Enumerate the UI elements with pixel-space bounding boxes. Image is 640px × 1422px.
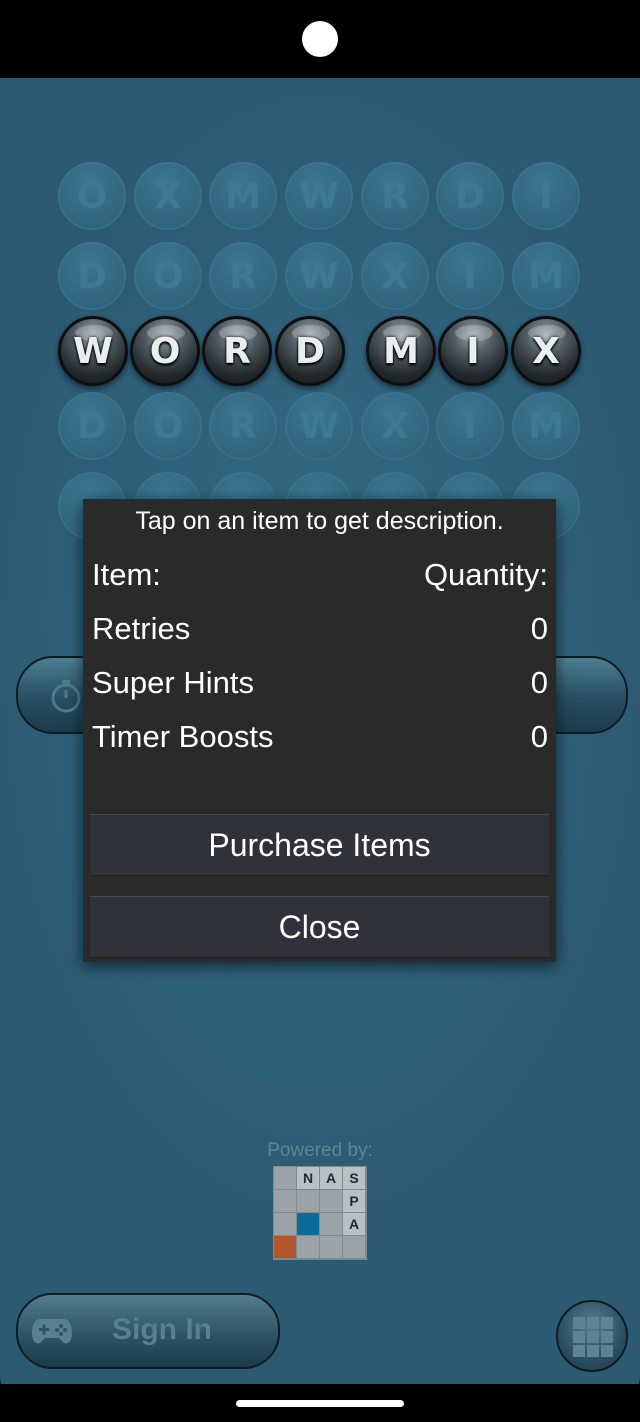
naspa-tile (274, 1236, 296, 1258)
logo-title-ball: I (438, 316, 508, 386)
naspa-tile (297, 1213, 319, 1235)
logo-faint-row-3: D O R W X I M (0, 392, 640, 464)
naspa-tile (320, 1190, 342, 1212)
logo-faint-row-1: O X M W R D I (0, 162, 640, 234)
logo-ball: X (361, 392, 429, 460)
logo-faint-row-2: D O R W X I M (0, 242, 640, 314)
dialog-hint: Tap on an item to get description. (135, 507, 504, 535)
item-quantity: 0 (530, 611, 548, 646)
inventory-item-timer-boosts[interactable]: Timer Boosts 0 (92, 719, 548, 759)
logo-ball: R (209, 242, 277, 310)
item-name: Super Hints (92, 665, 254, 700)
logo-title-ball: X (511, 316, 581, 386)
naspa-tile (343, 1236, 365, 1258)
inventory-header-row: Item: Quantity: (92, 557, 548, 597)
naspa-tile: A (320, 1167, 342, 1189)
logo-ball: R (209, 392, 277, 460)
naspa-logo[interactable]: N A S P A (273, 1166, 367, 1260)
logo-ball: I (436, 392, 504, 460)
inventory-item-retries[interactable]: Retries 0 (92, 611, 548, 651)
item-name: Timer Boosts (92, 719, 274, 754)
inventory-item-super-hints[interactable]: Super Hints 0 (92, 665, 548, 705)
item-quantity: 0 (530, 719, 548, 754)
logo-title-ball: D (275, 316, 345, 386)
phone-screen: O X M W R D I D O R W X I M W O R D M I … (0, 0, 640, 1422)
item-name: Retries (92, 611, 191, 646)
logo-ball: O (58, 162, 126, 230)
sign-in-label: Sign In (112, 1313, 212, 1346)
naspa-tile (320, 1213, 342, 1235)
naspa-tile (274, 1190, 296, 1212)
status-bar (0, 0, 640, 78)
logo-ball: D (58, 392, 126, 460)
quantity-column-header: Quantity: (423, 557, 548, 592)
item-column-header: Item: (92, 557, 161, 592)
powered-by-label: Powered by: (267, 1140, 373, 1161)
logo-title-ball: W (58, 316, 128, 386)
home-indicator[interactable] (236, 1400, 404, 1407)
sign-in-button[interactable]: Sign In (16, 1293, 280, 1369)
logo-ball: M (209, 162, 277, 230)
naspa-tile: P (343, 1190, 365, 1212)
naspa-tile: A (343, 1213, 365, 1235)
stopwatch-icon (51, 680, 81, 713)
naspa-tile (297, 1236, 319, 1258)
naspa-tile (320, 1236, 342, 1258)
naspa-tile (297, 1190, 319, 1212)
naspa-tile: N (297, 1167, 319, 1189)
menu-grid-button[interactable] (556, 1300, 628, 1372)
naspa-tile (274, 1167, 296, 1189)
gamepad-icon (32, 1319, 72, 1344)
item-quantity: 0 (530, 665, 548, 700)
logo-ball: O (134, 392, 202, 460)
camera-cutout (302, 21, 338, 57)
logo-ball: D (436, 162, 504, 230)
logo-ball: W (285, 392, 353, 460)
logo-title-ball: M (366, 316, 436, 386)
logo-ball: W (285, 242, 353, 310)
logo-ball: O (134, 242, 202, 310)
logo-ball: X (134, 162, 202, 230)
logo-ball: I (512, 162, 580, 230)
logo-title: W O R D M I X (0, 316, 640, 388)
naspa-tile: S (343, 1167, 365, 1189)
logo-ball: D (58, 242, 126, 310)
purchase-items-button[interactable]: Purchase Items (90, 814, 549, 876)
logo-ball: M (512, 392, 580, 460)
logo-title-ball: R (202, 316, 272, 386)
logo-ball: W (285, 162, 353, 230)
logo-ball: I (436, 242, 504, 310)
logo-title-ball: O (130, 316, 200, 386)
naspa-tile (274, 1213, 296, 1235)
logo-ball: R (361, 162, 429, 230)
inventory-dialog: Tap on an item to get description. Item:… (83, 499, 556, 962)
logo-ball: M (512, 242, 580, 310)
grid-menu-icon (573, 1317, 613, 1357)
logo-ball: X (361, 242, 429, 310)
close-button[interactable]: Close (90, 896, 549, 958)
